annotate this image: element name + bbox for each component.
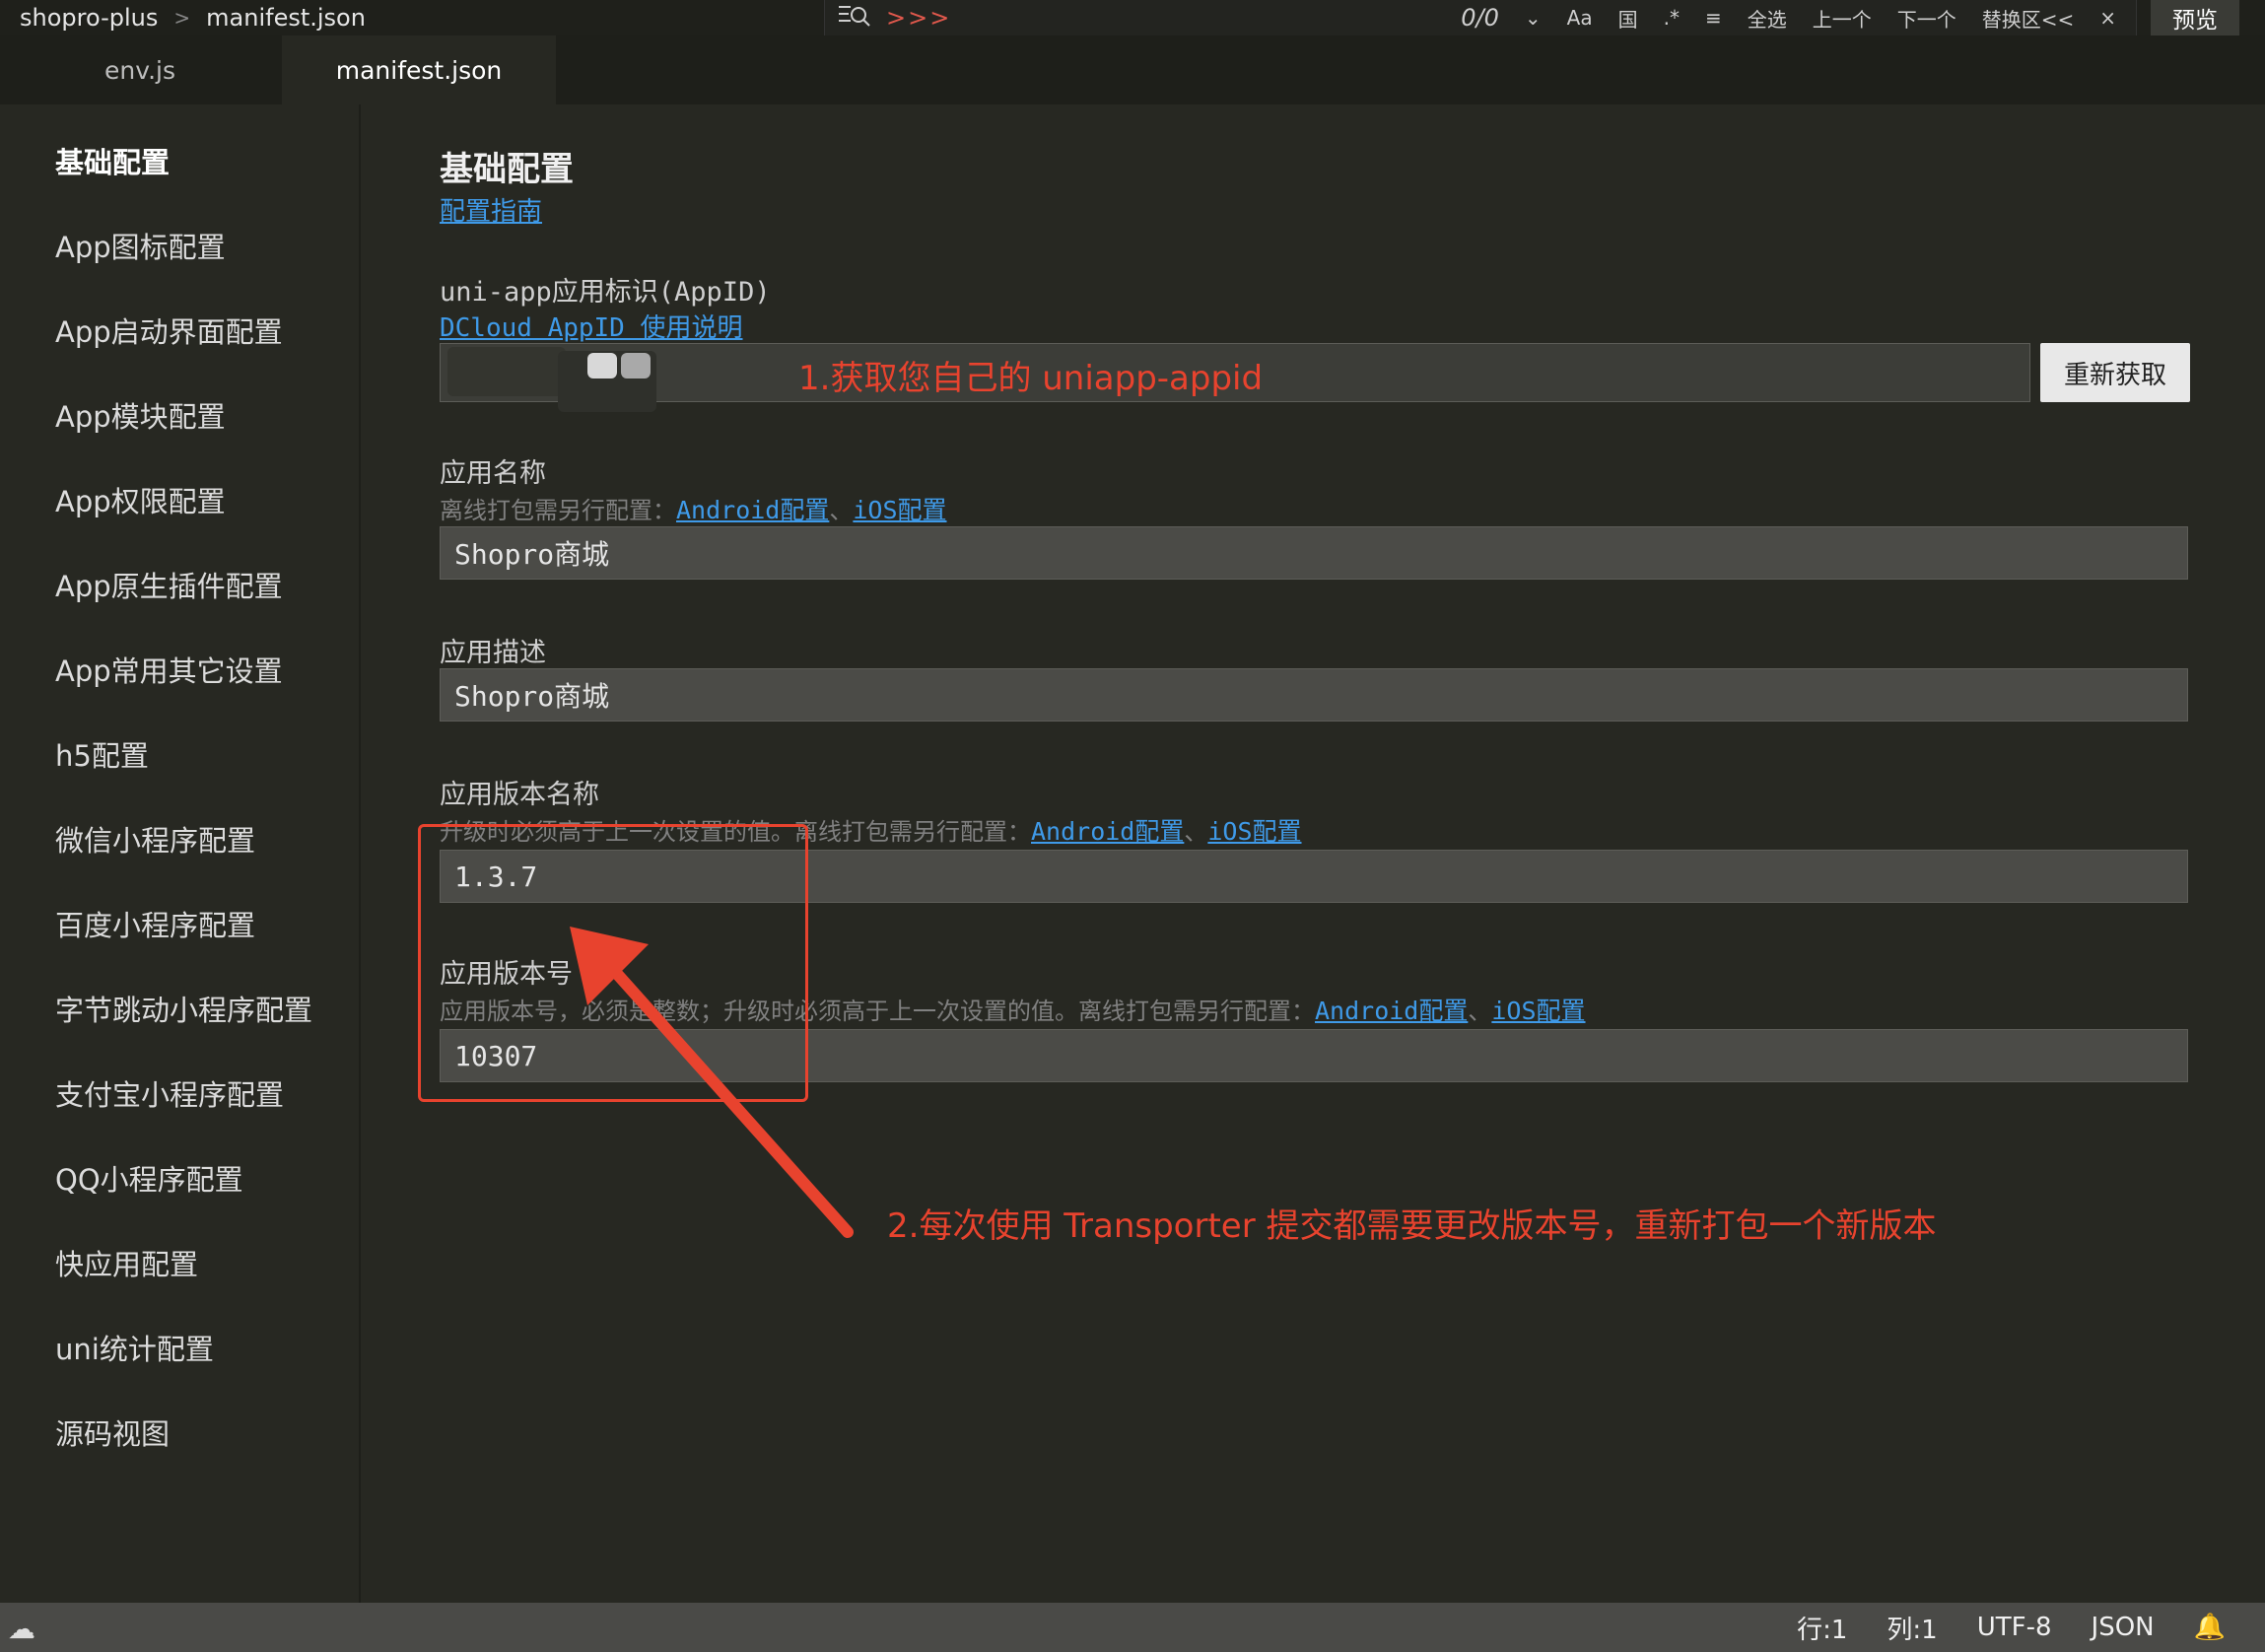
sidebar-item-qq[interactable]: QQ小程序配置: [55, 1157, 243, 1199]
app-name-input[interactable]: Shopro商城: [440, 526, 2188, 580]
sidebar-item-quickapp[interactable]: 快应用配置: [55, 1242, 198, 1283]
breadcrumb: shopro-plus > manifest.json: [20, 0, 366, 35]
replace-toggle-button[interactable]: 替换区<<: [1982, 4, 2075, 33]
sidebar-item-source-view[interactable]: 源码视图: [55, 1411, 170, 1453]
breadcrumb-file[interactable]: manifest.json: [206, 4, 366, 32]
sidebar-item-baidu[interactable]: 百度小程序配置: [55, 903, 255, 944]
appid-help-link[interactable]: DCloud AppID 使用说明: [440, 308, 743, 344]
list-icon[interactable]: ≡: [1705, 6, 1722, 30]
sidebar-item-weixin[interactable]: 微信小程序配置: [55, 818, 255, 860]
sidebar-item-basic[interactable]: 基础配置: [55, 140, 170, 181]
find-arrows[interactable]: >>>: [886, 4, 951, 32]
app-name-hint: 离线打包需另行配置：Android配置、iOS配置: [440, 496, 947, 524]
annotation-step1: 1.获取您自己的 uniapp-appid: [798, 359, 1264, 398]
redacted-blur: [621, 353, 651, 379]
app-desc-label: 应用描述: [440, 638, 546, 668]
whole-word-toggle[interactable]: 国: [1618, 4, 1638, 33]
find-in-lines-icon[interactable]: [837, 1, 876, 35]
match-count: 0/0: [1461, 4, 1499, 32]
sidebar-item-app-native-plugins[interactable]: App原生插件配置: [55, 564, 283, 605]
version-name-label: 应用版本名称: [440, 780, 599, 810]
refresh-appid-button[interactable]: 重新获取: [2040, 343, 2190, 402]
chevron-right-icon: >: [173, 6, 191, 30]
sidebar-item-uni-stat[interactable]: uni统计配置: [55, 1327, 214, 1368]
sidebar-item-app-splash[interactable]: App启动界面配置: [55, 310, 283, 351]
breadcrumb-project[interactable]: shopro-plus: [20, 4, 158, 32]
cursor-col[interactable]: 列:1: [1887, 1610, 1937, 1646]
sidebar-item-app-other[interactable]: App常用其它设置: [55, 649, 283, 690]
sidebar-item-app-modules[interactable]: App模块配置: [55, 394, 226, 436]
match-case-toggle[interactable]: Aa: [1567, 6, 1593, 30]
sidebar-item-app-icon[interactable]: App图标配置: [55, 225, 226, 266]
sidebar-item-alipay[interactable]: 支付宝小程序配置: [55, 1072, 284, 1114]
cursor-line[interactable]: 行:1: [1797, 1610, 1847, 1646]
regex-toggle[interactable]: .*: [1664, 6, 1680, 30]
prev-match-button[interactable]: 上一个: [1813, 4, 1872, 33]
sidebar-item-h5[interactable]: h5配置: [55, 733, 149, 775]
status-bar: ☁ 行:1 列:1 UTF-8 JSON 🔔: [0, 1603, 2265, 1652]
tab-env-js[interactable]: env.js: [6, 35, 274, 104]
editor-tabs: env.js manifest.json: [0, 35, 2265, 104]
language-mode[interactable]: JSON: [2092, 1613, 2155, 1642]
ios-config-link[interactable]: iOS配置: [853, 496, 946, 524]
encoding-indicator[interactable]: UTF-8: [1977, 1613, 2052, 1642]
redacted-blur: [447, 347, 566, 396]
appid-label: uni-app应用标识(AppID): [440, 277, 771, 308]
annotation-arrow: [570, 927, 854, 1238]
annotation-step2: 2.每次使用 Transporter 提交都需要更改版本号，重新打包一个新版本: [887, 1206, 1937, 1246]
config-sidebar: 基础配置 App图标配置 App启动界面配置 App模块配置 App权限配置 A…: [0, 104, 361, 1603]
android-config-link[interactable]: Android配置: [1031, 817, 1184, 846]
app-desc-input[interactable]: Shopro商城: [440, 668, 2188, 722]
chevron-down-icon[interactable]: ⌄: [1525, 6, 1542, 30]
top-bar: shopro-plus > manifest.json >>> 0/0 ⌄ Aa…: [0, 0, 2265, 35]
android-config-link[interactable]: Android配置: [676, 496, 829, 524]
cloud-sync-icon[interactable]: ☁: [8, 1613, 35, 1645]
close-icon[interactable]: ×: [2099, 6, 2116, 30]
config-guide-link[interactable]: 配置指南: [440, 191, 542, 228]
sidebar-item-app-permissions[interactable]: App权限配置: [55, 479, 226, 520]
bell-icon[interactable]: 🔔: [2194, 1613, 2226, 1642]
preview-button[interactable]: 预览: [2151, 0, 2239, 35]
select-all-button[interactable]: 全选: [1748, 4, 1787, 33]
redacted-blur: [587, 353, 617, 379]
ios-config-link[interactable]: iOS配置: [1207, 817, 1301, 846]
ios-config-link[interactable]: iOS配置: [1491, 997, 1585, 1025]
next-match-button[interactable]: 下一个: [1897, 4, 1956, 33]
tab-manifest-json[interactable]: manifest.json: [282, 35, 556, 104]
find-bar: >>> 0/0 ⌄ Aa 国 .* ≡ 全选 上一个 下一个 替换区<< ×: [824, 0, 2137, 35]
app-name-label: 应用名称: [440, 458, 546, 489]
sidebar-item-bytedance[interactable]: 字节跳动小程序配置: [55, 988, 312, 1029]
android-config-link[interactable]: Android配置: [1315, 997, 1468, 1025]
page-title: 基础配置: [440, 150, 574, 189]
